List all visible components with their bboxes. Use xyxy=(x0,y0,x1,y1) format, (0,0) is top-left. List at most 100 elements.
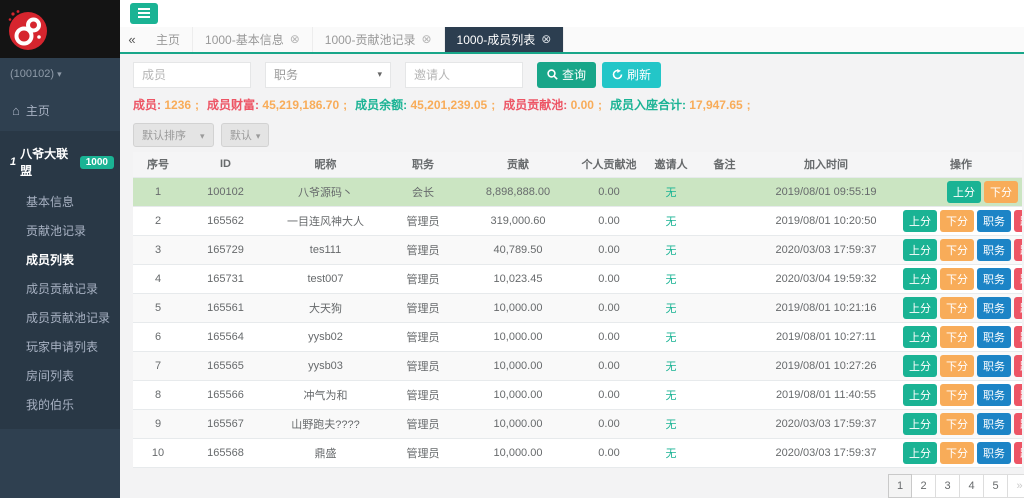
member-search-input[interactable] xyxy=(133,62,251,88)
next-page-button[interactable]: » xyxy=(1008,474,1024,498)
kick-member-button[interactable]: 踢出 xyxy=(1014,384,1022,406)
deduct-points-button[interactable]: 下分 xyxy=(984,181,1018,203)
cell-actions: 上分下分职务踢出 xyxy=(900,236,1022,265)
deduct-points-button[interactable]: 下分 xyxy=(940,268,974,290)
set-role-button[interactable]: 职务 xyxy=(977,326,1011,348)
sidebar-item[interactable]: 玩家申请列表 xyxy=(0,332,120,361)
add-points-button[interactable]: 上分 xyxy=(903,442,937,464)
cell-actions: 上分下分职务踢出 xyxy=(900,439,1022,468)
tab-item[interactable]: 1000-成员列表⊗ xyxy=(445,27,565,52)
kick-member-button[interactable]: 踢出 xyxy=(1014,210,1022,232)
set-role-button[interactable]: 职务 xyxy=(977,210,1011,232)
add-points-button[interactable]: 上分 xyxy=(903,384,937,406)
deduct-points-button[interactable]: 下分 xyxy=(940,326,974,348)
sidebar-item[interactable]: 房间列表 xyxy=(0,361,120,390)
search-icon xyxy=(547,69,558,80)
stat-separator: ; xyxy=(195,98,199,112)
kick-member-button[interactable]: 踢出 xyxy=(1014,355,1022,377)
sidebar-group-title[interactable]: 1 八爷大联盟 1000 xyxy=(0,139,120,187)
sidebar-item[interactable]: 基本信息 xyxy=(0,187,120,216)
table-row: 7165565yysb03管理员10,000.000.00无2019/08/01… xyxy=(133,352,1022,381)
app-window: (100102) ▾ ⌂主页 1 八爷大联盟 1000 基本信息贡献池记录成员列… xyxy=(0,0,1024,498)
add-points-button[interactable]: 上分 xyxy=(903,326,937,348)
add-points-button[interactable]: 上分 xyxy=(903,239,937,261)
set-role-button[interactable]: 职务 xyxy=(977,384,1011,406)
kick-member-button[interactable]: 踢出 xyxy=(1014,268,1022,290)
deduct-points-button[interactable]: 下分 xyxy=(940,384,974,406)
add-points-button[interactable]: 上分 xyxy=(903,355,937,377)
page-button[interactable]: 5 xyxy=(984,474,1008,498)
page-button[interactable]: 3 xyxy=(936,474,960,498)
table-row: 10165568鼎盛管理员10,000.000.00无2020/03/03 17… xyxy=(133,439,1022,468)
deduct-points-button[interactable]: 下分 xyxy=(940,297,974,319)
menu-toggle-button[interactable] xyxy=(130,3,158,24)
add-points-button[interactable]: 上分 xyxy=(903,268,937,290)
sidebar-item[interactable]: 成员贡献池记录 xyxy=(0,303,120,332)
role-select[interactable]: 职务 ▾ xyxy=(265,62,391,88)
close-icon[interactable]: ⊗ xyxy=(421,32,431,46)
page-button[interactable]: 4 xyxy=(960,474,984,498)
close-icon[interactable]: ⊗ xyxy=(290,32,300,46)
deduct-points-button[interactable]: 下分 xyxy=(940,413,974,435)
members-table: 序号ID昵称职务贡献个人贡献池邀请人备注加入时间操作 1100102八爷源码丶会… xyxy=(133,152,1022,469)
cell-nick: 鼎盛 xyxy=(268,439,383,468)
deduct-points-button[interactable]: 下分 xyxy=(940,210,974,232)
kick-member-button[interactable]: 踢出 xyxy=(1014,413,1022,435)
set-role-button[interactable]: 职务 xyxy=(977,268,1011,290)
add-points-button[interactable]: 上分 xyxy=(903,297,937,319)
cell-pool: 0.00 xyxy=(573,439,645,468)
cell-nick: 八爷源码丶 xyxy=(268,178,383,207)
kick-member-button[interactable]: 踢出 xyxy=(1014,239,1022,261)
sidebar-item-home[interactable]: ⌂主页 xyxy=(0,90,120,131)
tab-item[interactable]: 主页 xyxy=(144,27,193,52)
cell-id: 100102 xyxy=(183,178,268,207)
set-role-button[interactable]: 职务 xyxy=(977,442,1011,464)
cell-no: 8 xyxy=(133,381,183,410)
kick-member-button[interactable]: 踢出 xyxy=(1014,297,1022,319)
stat-separator: ; xyxy=(343,98,347,112)
sidebar-item[interactable]: 成员贡献记录 xyxy=(0,274,120,303)
close-icon[interactable]: ⊗ xyxy=(541,32,551,46)
tabs-scroll-left-icon[interactable]: « xyxy=(120,27,144,52)
cell-contrib: 10,000.00 xyxy=(463,323,573,352)
cell-remark xyxy=(697,381,752,410)
deduct-points-button[interactable]: 下分 xyxy=(940,239,974,261)
set-role-button[interactable]: 职务 xyxy=(977,355,1011,377)
tab-item[interactable]: 1000-基本信息⊗ xyxy=(193,27,313,52)
add-points-button[interactable]: 上分 xyxy=(903,413,937,435)
add-points-button[interactable]: 上分 xyxy=(947,181,981,203)
column-header: 操作 xyxy=(900,152,1022,178)
cell-no: 7 xyxy=(133,352,183,381)
deduct-points-button[interactable]: 下分 xyxy=(940,355,974,377)
sort-default-select[interactable]: 默认▾ xyxy=(221,123,270,147)
cell-nick: 山野跑夫???? xyxy=(268,410,383,439)
kick-member-button[interactable]: 踢出 xyxy=(1014,326,1022,348)
query-button[interactable]: 查询 xyxy=(537,62,596,88)
column-header: 备注 xyxy=(697,152,752,178)
kick-member-button[interactable]: 踢出 xyxy=(1014,442,1022,464)
sidebar-item[interactable]: 贡献池记录 xyxy=(0,216,120,245)
page-button[interactable]: 2 xyxy=(912,474,936,498)
cell-nick: 一目连风神大人 xyxy=(268,207,383,236)
refresh-button[interactable]: 刷新 xyxy=(602,62,661,88)
deduct-points-button[interactable]: 下分 xyxy=(940,442,974,464)
sidebar-item[interactable]: 我的伯乐 xyxy=(0,390,120,419)
cell-no: 10 xyxy=(133,439,183,468)
page-button[interactable]: 1 xyxy=(888,474,912,498)
tab-item[interactable]: 1000-贡献池记录⊗ xyxy=(313,27,445,52)
cell-inviter: 无 xyxy=(645,207,697,236)
account-selector[interactable]: (100102) ▾ xyxy=(0,58,120,90)
stat-label: 成员余额: xyxy=(355,98,410,112)
sidebar-item[interactable]: 成员列表 xyxy=(0,245,120,274)
set-role-button[interactable]: 职务 xyxy=(977,413,1011,435)
table-header-row: 序号ID昵称职务贡献个人贡献池邀请人备注加入时间操作 xyxy=(133,152,1022,178)
table-row: 4165731test007管理员10,023.450.00无2020/03/0… xyxy=(133,265,1022,294)
stat-separator: ; xyxy=(491,98,495,112)
set-role-button[interactable]: 职务 xyxy=(977,297,1011,319)
inviter-search-input[interactable] xyxy=(405,62,523,88)
cell-id: 165561 xyxy=(183,294,268,323)
set-role-button[interactable]: 职务 xyxy=(977,239,1011,261)
sort-order-select[interactable]: 默认排序▾ xyxy=(133,123,214,147)
column-header: 昵称 xyxy=(268,152,383,178)
add-points-button[interactable]: 上分 xyxy=(903,210,937,232)
